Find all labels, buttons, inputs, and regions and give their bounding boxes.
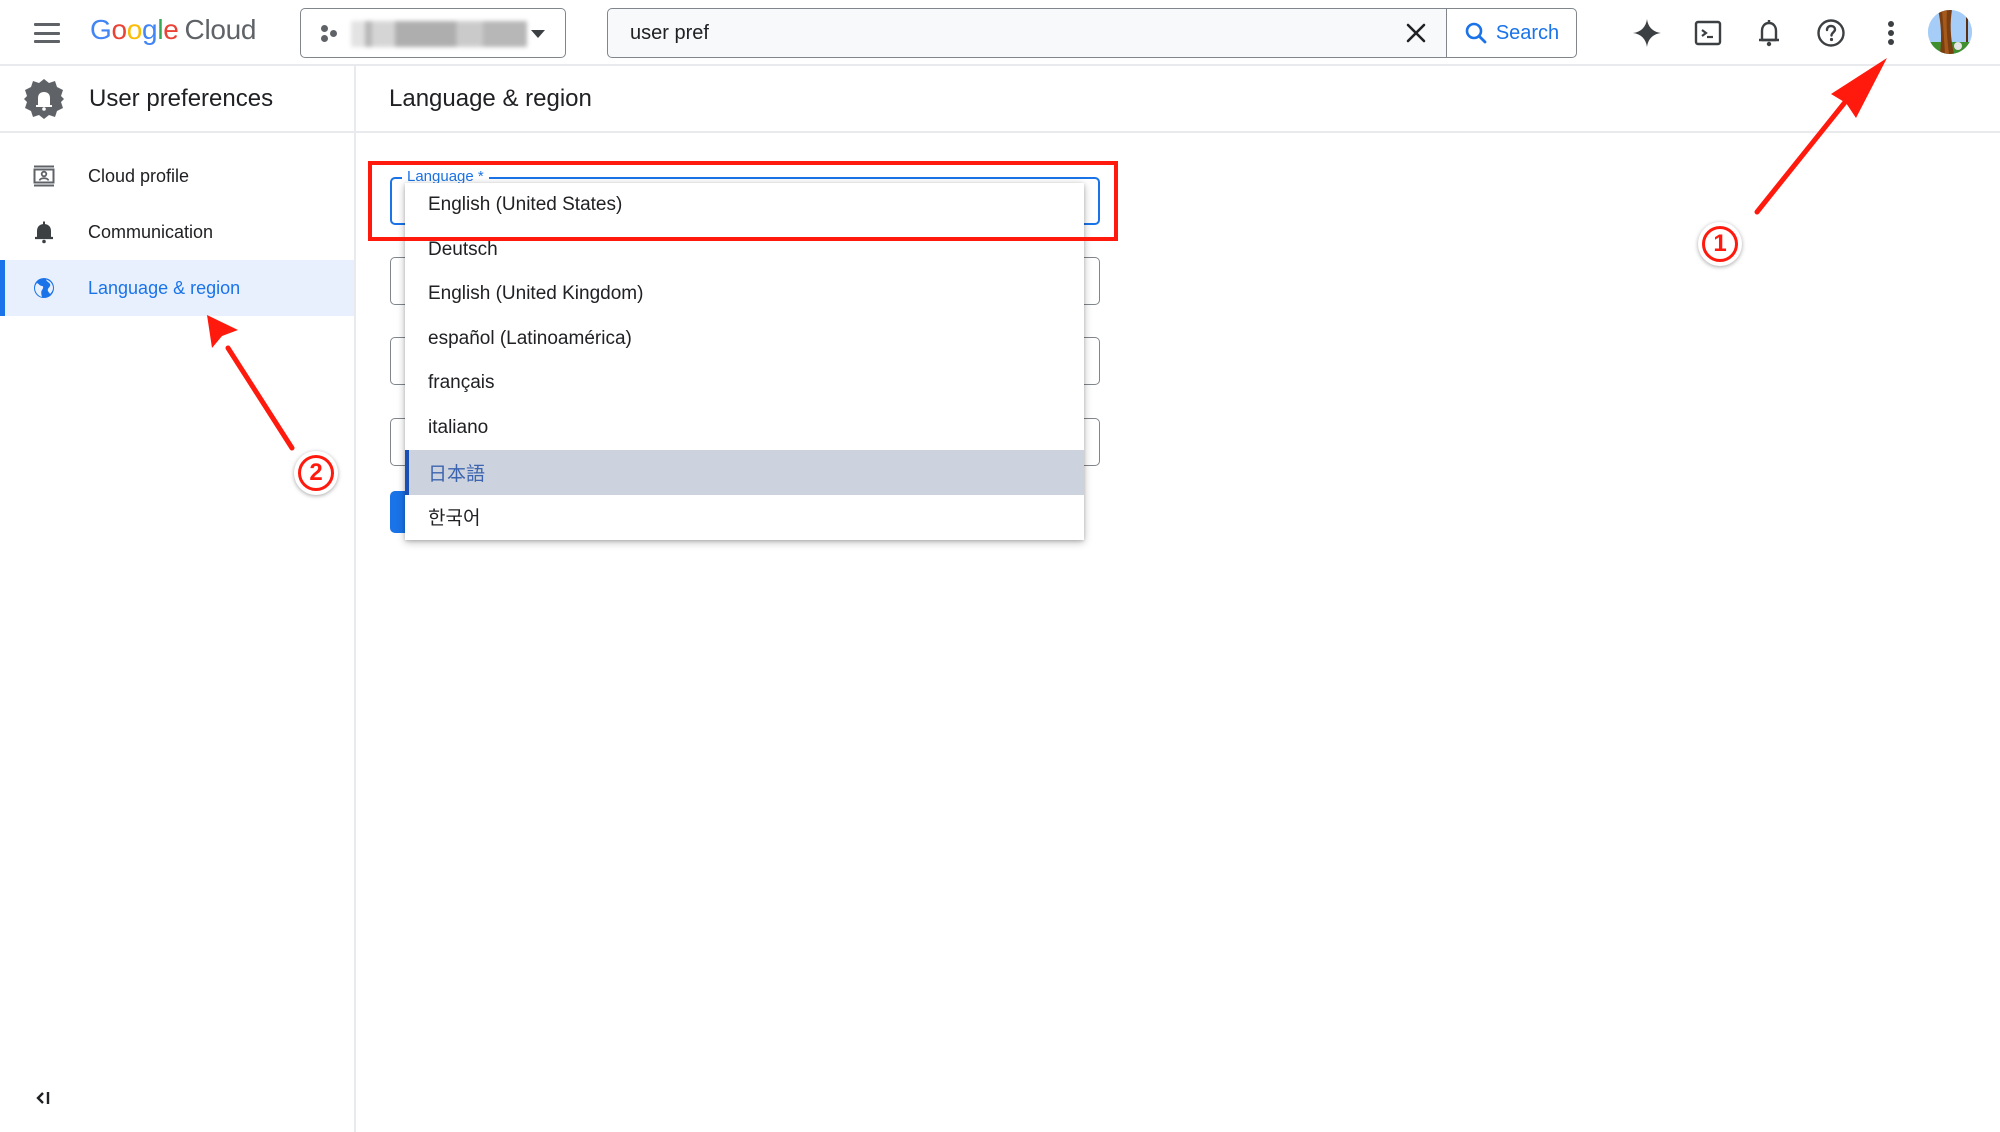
language-option[interactable]: 한국어 [405,495,1084,540]
google-cloud-logo[interactable]: Google Cloud [90,14,257,46]
sidebar-nav: Cloud profile Communication Language & r… [0,133,354,316]
logo-product-name: Cloud [184,14,257,45]
sidebar-item-label: Communication [88,221,214,242]
hamburger-menu-icon[interactable] [30,18,64,48]
language-option[interactable]: italiano [405,406,1084,451]
project-picker[interactable] [300,8,566,58]
sidebar-title: User preferences [89,84,274,112]
more-vert-icon[interactable] [1872,14,1910,52]
search-icon [1465,22,1487,44]
logo-letter: G [90,14,112,45]
sidebar-item-language-region[interactable]: Language & region [0,260,354,316]
language-option[interactable]: Deutsch [405,228,1084,273]
sidebar-item-cloud-profile[interactable]: Cloud profile [0,148,354,204]
search-bar: Search [607,8,1577,58]
logo-letter: o [111,14,127,45]
bell-icon [30,218,58,246]
collapse-left-icon[interactable] [34,1088,54,1108]
notifications-bell-icon[interactable] [1750,14,1788,52]
close-icon[interactable] [1386,9,1446,57]
gemini-sparkle-icon[interactable] [1628,14,1666,52]
project-dots-icon [321,25,339,43]
language-dropdown-listbox: English (United States) Deutsch English … [405,183,1084,540]
profile-card-icon [30,162,58,190]
page-title: Language & region [389,84,592,112]
user-avatar[interactable] [1928,10,1972,54]
sidebar-item-label: Language & region [88,277,241,298]
project-name-redacted [351,21,527,47]
language-option-highlighted[interactable]: 日本語 [405,450,1084,495]
sidebar: User preferences Cloud profile Communica… [0,66,356,1132]
chevron-down-icon [531,30,545,38]
search-button-label: Search [1495,21,1560,44]
search-button[interactable]: Search [1446,9,1576,57]
marker-number: 1 [1702,226,1738,262]
help-icon[interactable] [1812,14,1850,52]
page-header: Language & region [356,66,2000,133]
logo-letter: o [126,14,143,45]
language-option[interactable]: français [405,361,1084,406]
sidebar-header: User preferences [0,66,354,133]
sidebar-item-communication[interactable]: Communication [0,204,354,260]
logo-letter: e [163,14,179,45]
cloud-shell-terminal-icon[interactable] [1689,14,1727,52]
language-option[interactable]: English (United States) [405,183,1084,228]
top-bar: GoogleCloud Search [0,0,2000,66]
annotation-marker-1: 1 [1698,222,1742,266]
language-option[interactable]: español (Latinoamérica) [405,317,1084,362]
search-input[interactable] [608,9,1386,57]
language-option[interactable]: English (United Kingdom) [405,272,1084,317]
logo-letter: g [142,14,158,45]
settings-bell-icon [24,78,64,119]
sidebar-item-label: Cloud profile [88,165,190,186]
globe-icon [30,274,58,302]
